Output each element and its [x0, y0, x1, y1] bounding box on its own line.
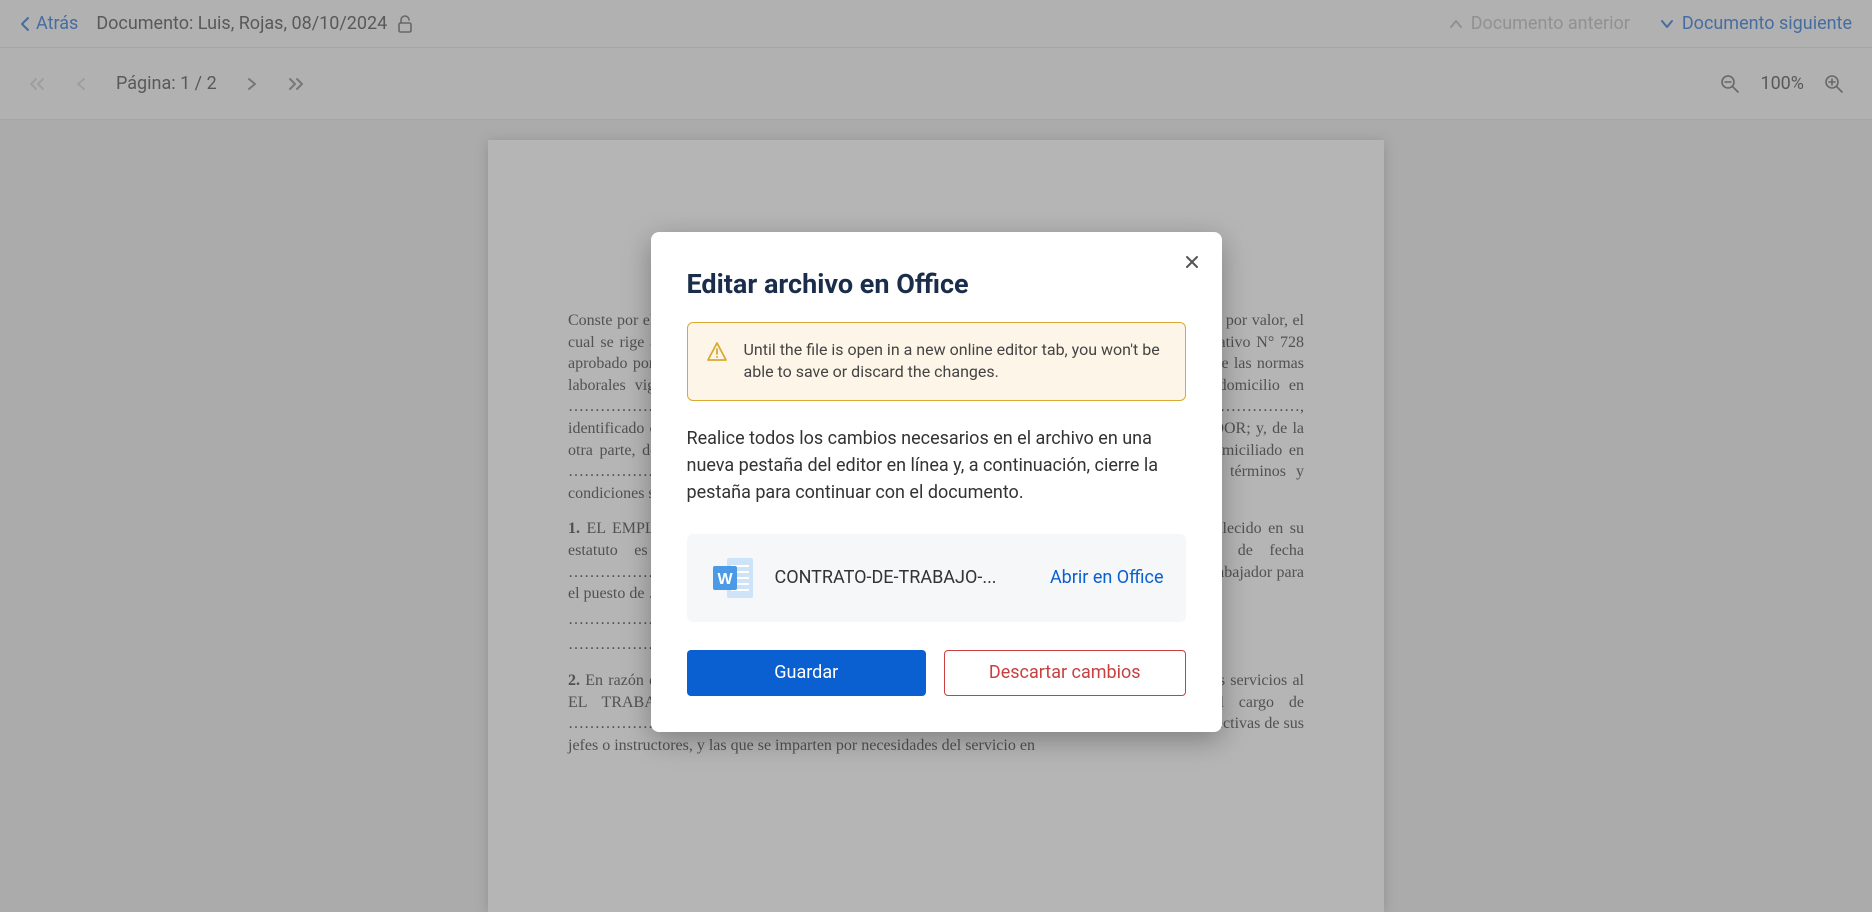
discard-button[interactable]: Descartar cambios — [944, 650, 1186, 696]
save-button[interactable]: Guardar — [687, 650, 927, 696]
dialog-body: Realice todos los cambios necesarios en … — [687, 425, 1186, 506]
warning-icon — [706, 341, 728, 363]
open-in-office-link[interactable]: Abrir en Office — [1050, 567, 1164, 588]
dialog-title: Editar archivo en Office — [687, 268, 1186, 300]
file-name: CONTRATO-DE-TRABAJO-... — [775, 567, 1032, 588]
file-row: W CONTRATO-DE-TRABAJO-... Abrir en Offic… — [687, 534, 1186, 622]
dialog-actions: Guardar Descartar cambios — [687, 650, 1186, 696]
close-icon — [1185, 255, 1199, 269]
svg-text:W: W — [717, 571, 733, 588]
word-file-icon: W — [709, 554, 757, 602]
modal-overlay: Editar archivo en Office Until the file … — [0, 0, 1872, 912]
warning-text: Until the file is open in a new online e… — [744, 339, 1167, 384]
edit-office-dialog: Editar archivo en Office Until the file … — [651, 232, 1222, 732]
close-button[interactable] — [1180, 250, 1204, 274]
warning-banner: Until the file is open in a new online e… — [687, 322, 1186, 401]
